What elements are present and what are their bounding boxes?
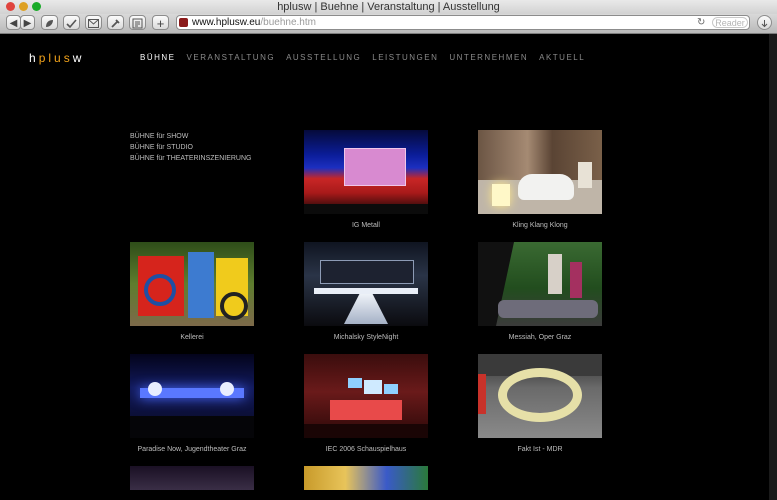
gallery-photo-messiah[interactable] [478,242,602,326]
caption-ig-metall: IG Metall [351,222,380,229]
mail-icon[interactable] [85,15,102,30]
logo-letter-h: h [29,51,39,65]
address-url: www.hplusw.eu/buehne.htm [192,16,316,29]
minimize-window-button[interactable] [19,2,28,11]
gallery-photo-paradise-now[interactable] [130,354,254,438]
subnav-theater[interactable]: BÜHNE für THEATERINSZENIERUNG [130,153,251,164]
caption-messiah: Messiah, Oper Graz [508,334,572,341]
subnav-show[interactable]: BÜHNE für SHOW [130,131,251,142]
site-logo[interactable]: hplusw [29,51,84,65]
reload-button[interactable]: ↻ [697,16,705,29]
gallery-photo-kellerei[interactable] [130,242,254,326]
gallery-photo-row4-middle[interactable] [304,466,428,490]
gallery-photo-iec-2006[interactable] [304,354,428,438]
caption-iec-2006: IEC 2006 Schauspielhaus [325,446,407,453]
nav-ausstellung[interactable]: AUSSTELLUNG [286,53,361,62]
tools-icon[interactable] [107,15,124,30]
logo-letter-w: w [72,51,85,65]
title-bar: hplusw | Buehne | Veranstaltung | Ausste… [0,0,777,14]
url-host: www.hplusw.eu [192,17,261,28]
address-bar[interactable]: www.hplusw.eu/buehne.htm ↻ Reader [176,15,750,30]
reader-button[interactable]: Reader [712,17,748,28]
caption-kling-klang: Kling Klang Klong [512,222,568,229]
back-button[interactable]: ◀ [6,15,21,30]
browser-toolbar: ◀ ▶ + www.hplusw.eu/buehne.htm ↻ Reader [0,14,777,34]
forward-button[interactable]: ▶ [20,15,35,30]
nav-aktuell[interactable]: AKTUELL [539,53,585,62]
new-tab-button[interactable]: + [152,15,169,31]
caption-fakt-ist: Fakt Ist - MDR [517,446,563,453]
nav-buehne[interactable]: BÜHNE [140,53,176,62]
gallery-photo-fakt-ist[interactable] [478,354,602,438]
download-icon[interactable] [757,15,772,30]
gallery-photo-ig-metall[interactable] [304,130,428,214]
nav-leistungen[interactable]: LEISTUNGEN [372,53,438,62]
browser-window: hplusw | Buehne | Veranstaltung | Ausste… [0,0,777,500]
close-window-button[interactable] [6,2,15,11]
html-icon[interactable] [129,15,146,30]
nav-veranstaltung[interactable]: VERANSTALTUNG [187,53,276,62]
logo-letter-s: s [63,51,73,65]
url-path: /buehne.htm [260,17,316,28]
gallery-photo-row4-left[interactable] [130,466,254,490]
gallery-photo-michalsky[interactable] [304,242,428,326]
caption-kellerei: Kellerei [180,334,204,341]
leaf-icon[interactable] [41,15,58,30]
sub-nav: BÜHNE für SHOW BÜHNE für STUDIO BÜHNE fü… [130,131,251,164]
gallery-photo-kling-klang[interactable] [478,130,602,214]
logo-letter-u: u [54,51,64,65]
checklist-icon[interactable] [63,15,80,30]
logo-letter-p: p [38,51,49,65]
subnav-studio[interactable]: BÜHNE für STUDIO [130,142,251,153]
main-nav: BÜHNE VERANSTALTUNG AUSSTELLUNG LEISTUNG… [140,53,585,62]
web-page: hplusw BÜHNE VERANSTALTUNG AUSSTELLUNG L… [0,34,777,500]
window-title: hplusw | Buehne | Veranstaltung | Ausste… [277,1,500,13]
nav-unternehmen[interactable]: UNTERNEHMEN [449,53,528,62]
caption-michalsky: Michalsky StyleNight [333,334,399,341]
site-favicon-icon [179,18,188,27]
caption-paradise-now: Paradise Now, Jugendtheater Graz [137,446,247,453]
zoom-window-button[interactable] [32,2,41,11]
vertical-scrollbar[interactable] [769,34,777,500]
